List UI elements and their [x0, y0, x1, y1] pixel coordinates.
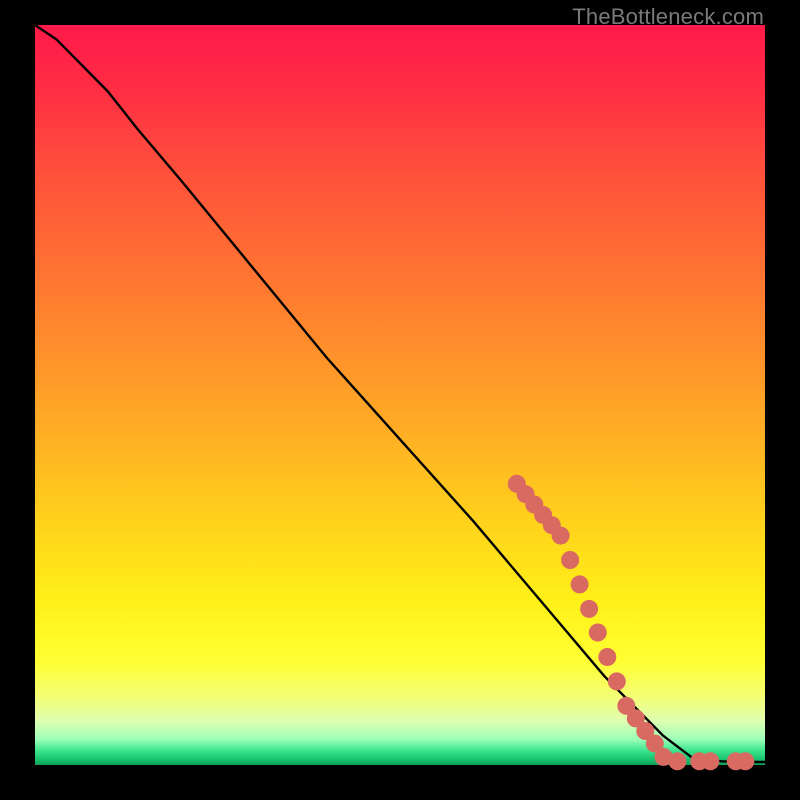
chart-frame: TheBottleneck.com [0, 0, 800, 800]
bottleneck-curve [35, 25, 765, 762]
data-marker [580, 600, 598, 618]
data-marker [736, 752, 754, 770]
data-marker [598, 648, 616, 666]
data-marker [561, 551, 579, 569]
data-marker [701, 752, 719, 770]
data-marker [571, 575, 589, 593]
data-marker [608, 672, 626, 690]
curve-svg [35, 25, 765, 765]
data-marker [668, 752, 686, 770]
plot-area [35, 25, 765, 765]
data-marker [552, 527, 570, 545]
marker-layer [508, 475, 755, 771]
data-marker [589, 624, 607, 642]
